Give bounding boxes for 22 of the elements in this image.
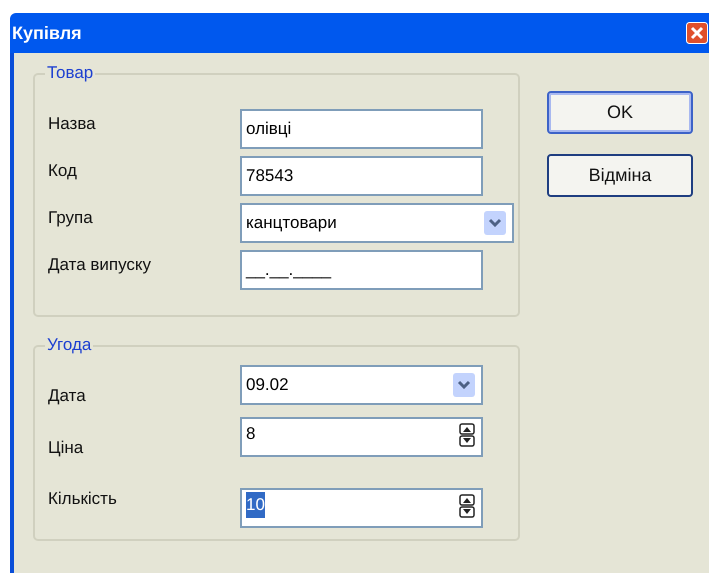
group-title: Товар <box>45 63 96 83</box>
field-label: Дата <box>48 385 87 407</box>
dialog-button[interactable]: OK <box>547 91 693 134</box>
field-label: Код <box>48 160 78 182</box>
group-title: Угода <box>45 335 94 355</box>
window-title: Купівля <box>12 22 82 45</box>
spin-box[interactable]: 10 <box>240 488 483 528</box>
dialog-button[interactable]: Відміна <box>547 154 693 197</box>
date-field[interactable]: __.__.____ <box>240 250 483 290</box>
spin-arrows-icon[interactable] <box>459 422 475 446</box>
close-icon[interactable] <box>686 22 708 44</box>
text-field[interactable]: 78543 <box>240 156 483 196</box>
date-picker[interactable]: 09.02 <box>240 365 483 405</box>
field-label: Група <box>48 207 94 229</box>
field-label: Ціна <box>48 436 84 458</box>
combo-box[interactable]: канцтовари <box>240 203 514 243</box>
spin-arrows-icon[interactable] <box>459 494 475 518</box>
field-label: Назва <box>48 113 97 135</box>
spin-box[interactable]: 8 <box>240 416 483 456</box>
field-label: Дата випуску <box>48 254 152 276</box>
field-label: Кількість <box>48 488 118 510</box>
text-field[interactable]: олівці <box>240 109 483 149</box>
